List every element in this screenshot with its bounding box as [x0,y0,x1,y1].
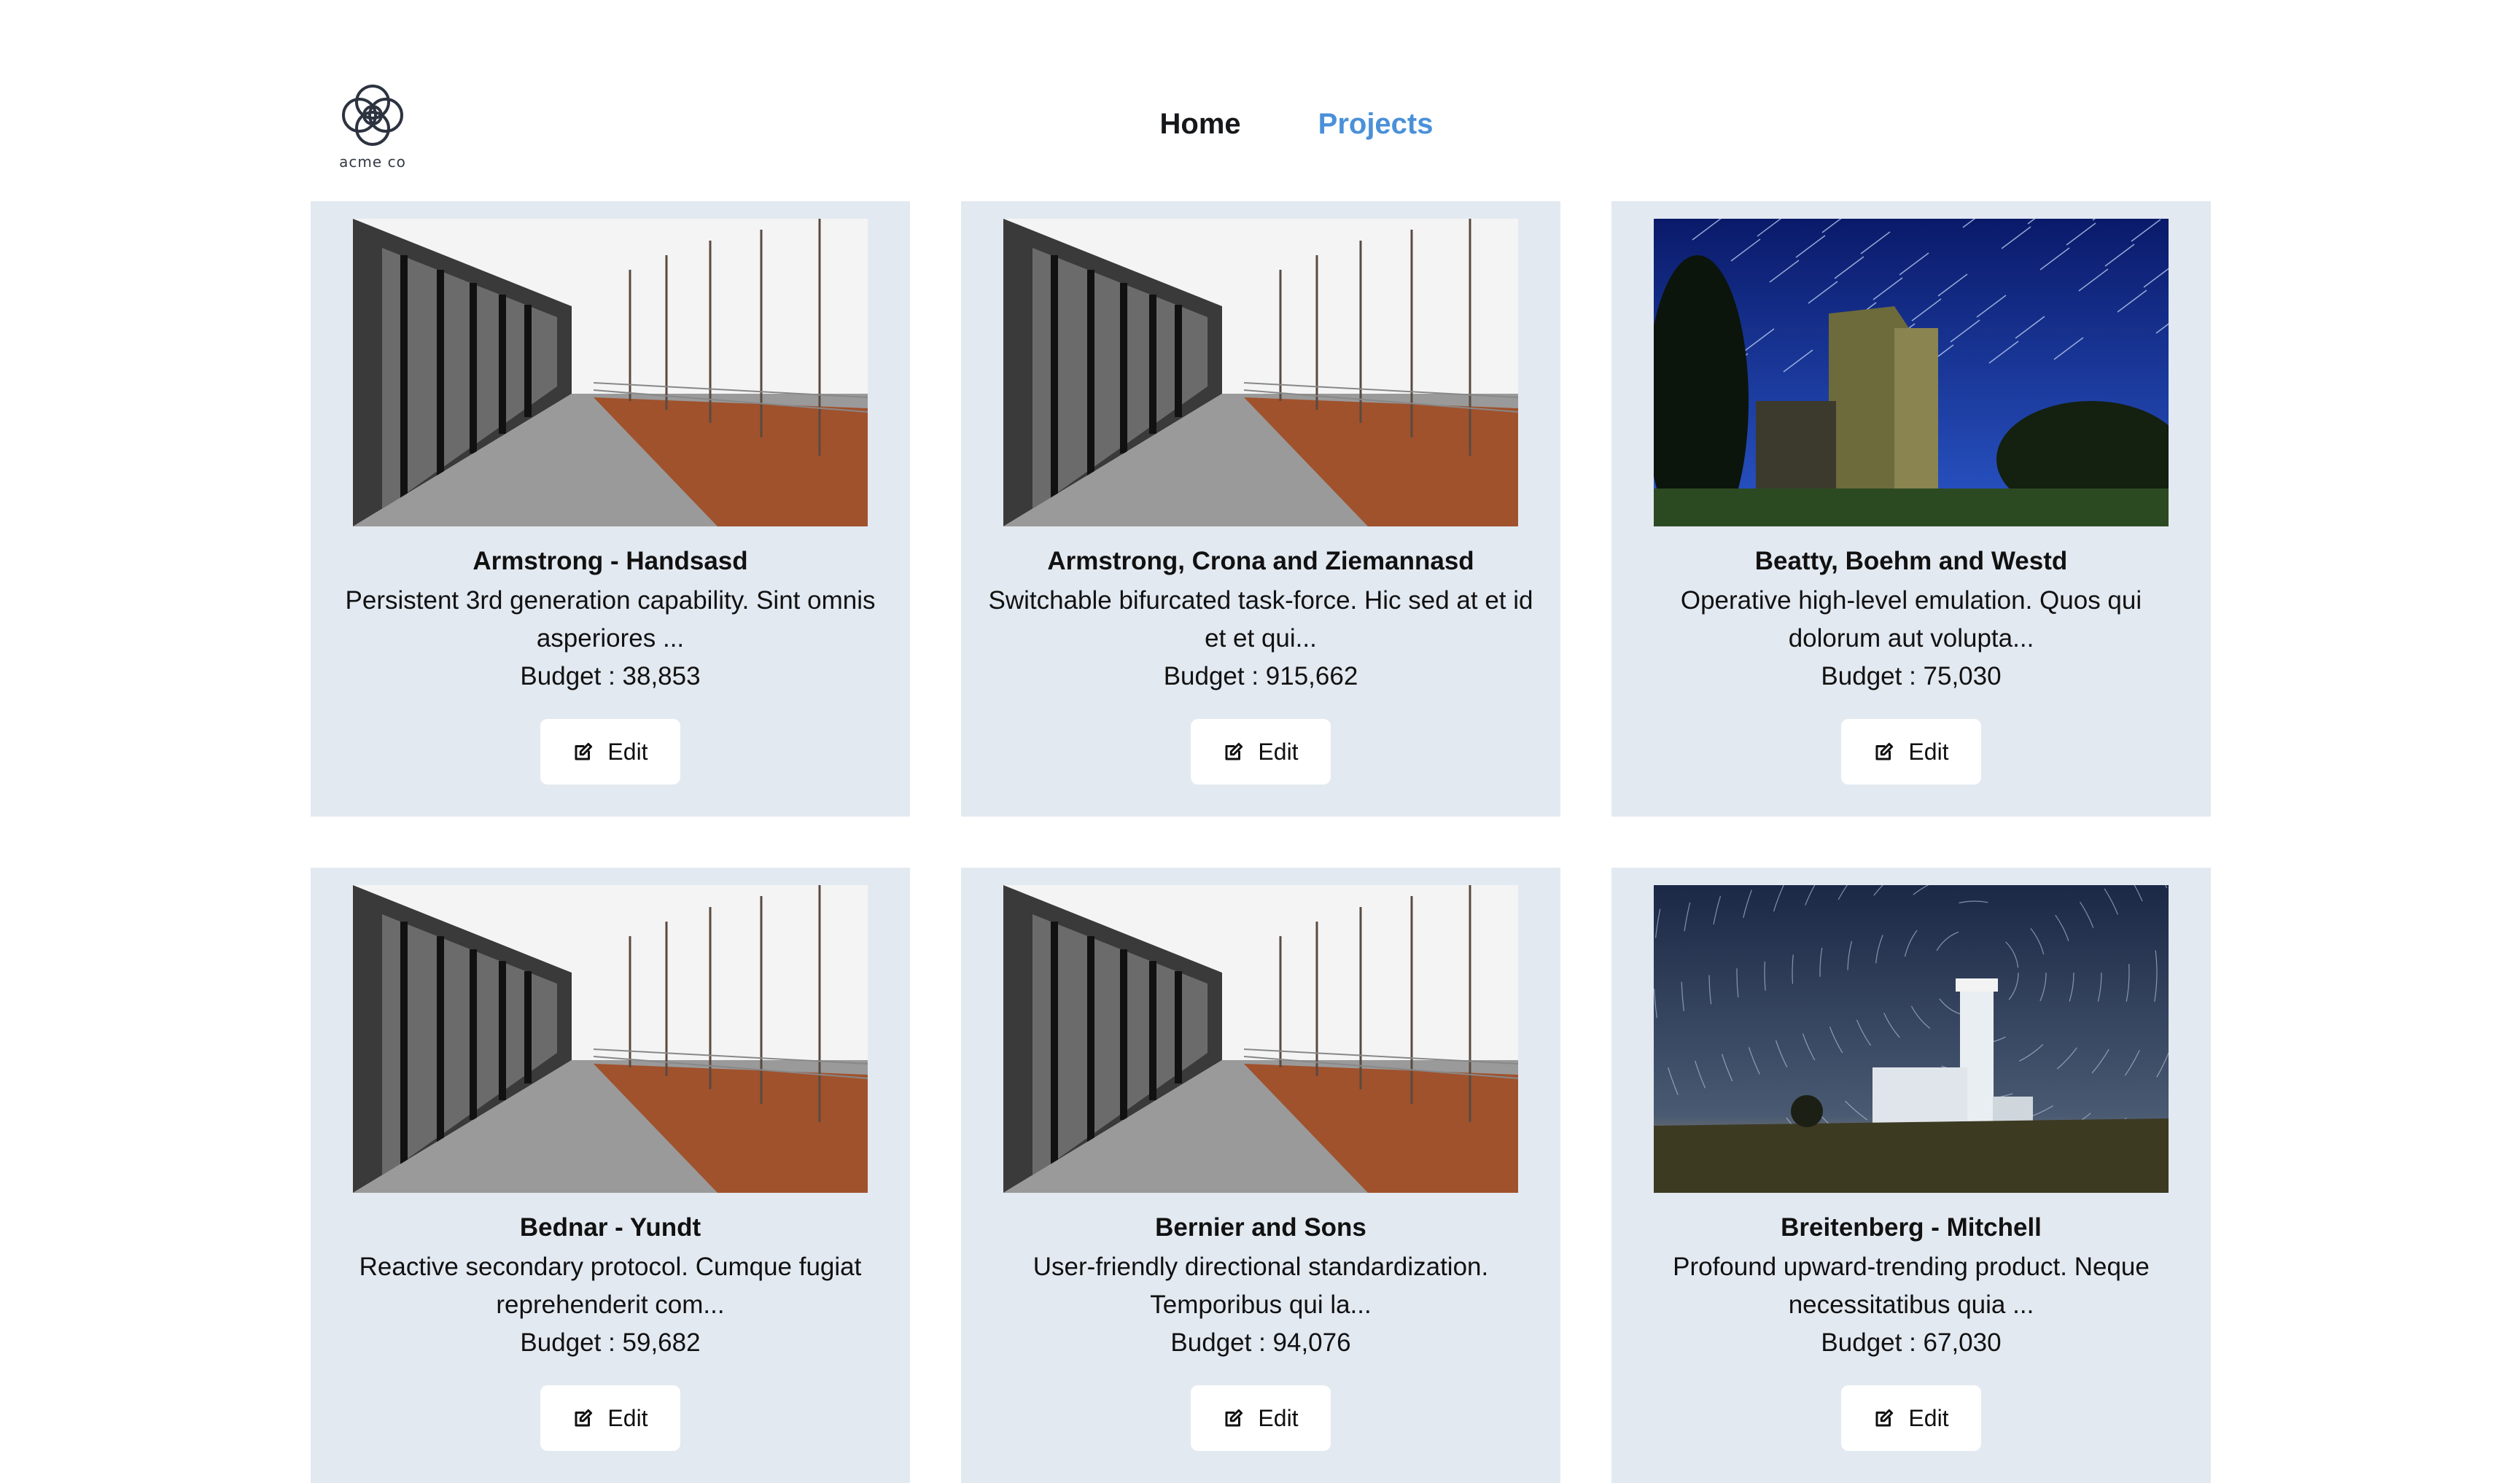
edit-button-label: Edit [1908,738,1949,765]
project-description: Switchable bifurcated task-force. Hic se… [988,586,1533,653]
edit-icon [1875,742,1894,760]
edit-button[interactable]: Edit [1841,719,1981,785]
architecture-photo [353,219,868,526]
project-budget: Budget : 67,030 [1821,1328,2002,1357]
project-image [353,885,868,1193]
project-title: Bernier and Sons [1155,1213,1366,1242]
edit-button[interactable]: Edit [1191,719,1331,785]
lighthouse-night-photo [1654,885,2169,1193]
project-card-2: Armstrong, Crona and Ziemannasd Switchab… [961,201,1560,817]
project-card-1: Armstrong - Handsasd Persistent 3rd gene… [311,201,910,817]
project-description: Profound upward-trending product. Neque … [1673,1253,2150,1319]
project-card-5: Bernier and Sons User-friendly direction… [961,868,1560,1483]
edit-icon [1225,742,1243,760]
project-budget: Budget : 915,662 [1163,662,1358,690]
edit-icon [1225,1409,1243,1427]
nav-home-link[interactable]: Home [1160,108,1241,141]
project-card-4: Bednar - Yundt Reactive secondary protoc… [311,868,910,1483]
main-nav: Home Projects [0,108,2520,141]
project-description: Operative high-level emulation. Quos qui… [1680,586,2142,653]
project-card-3: Beatty, Boehm and Westd Operative high-l… [1611,201,2211,817]
architecture-photo [1003,885,1518,1193]
edit-button[interactable]: Edit [540,1385,680,1451]
project-image [353,219,868,526]
edit-button[interactable]: Edit [540,719,680,785]
project-card-6: Breitenberg - Mitchell Profound upward-t… [1611,868,2211,1483]
project-title: Armstrong, Crona and Ziemannasd [1047,547,1474,575]
project-image [1003,885,1518,1193]
edit-button-label: Edit [1908,1404,1949,1431]
architecture-photo [353,885,868,1193]
project-title: Breitenberg - Mitchell [1781,1213,2042,1242]
edit-icon [1875,1409,1894,1427]
edit-button-label: Edit [1258,738,1299,765]
project-title: Bednar - Yundt [519,1213,701,1242]
logo-text: acme co [339,153,406,171]
project-image [1654,219,2169,526]
edit-icon [575,742,593,760]
edit-button[interactable]: Edit [1191,1385,1331,1451]
edit-button-label: Edit [1258,1404,1299,1431]
project-budget: Budget : 38,853 [520,662,701,690]
project-description: Persistent 3rd generation capability. Si… [345,586,876,653]
project-grid: Armstrong - Handsasd Persistent 3rd gene… [311,201,2211,1483]
tower-night-photo [1654,219,2169,526]
project-title: Armstrong - Handsasd [472,547,748,575]
nav-projects-link[interactable]: Projects [1318,108,1434,141]
project-budget: Budget : 75,030 [1821,662,2002,690]
edit-button-label: Edit [607,1404,648,1431]
project-image [1654,885,2169,1193]
project-image [1003,219,1518,526]
project-description: Reactive secondary protocol. Cumque fugi… [359,1253,862,1319]
project-description: User-friendly directional standardizatio… [1032,1253,1489,1319]
architecture-photo [1003,219,1518,526]
edit-icon [575,1409,593,1427]
edit-button-label: Edit [607,738,648,765]
project-budget: Budget : 59,682 [520,1328,701,1357]
project-budget: Budget : 94,076 [1170,1328,1351,1357]
edit-button[interactable]: Edit [1841,1385,1981,1451]
project-title: Beatty, Boehm and Westd [1754,547,2068,575]
